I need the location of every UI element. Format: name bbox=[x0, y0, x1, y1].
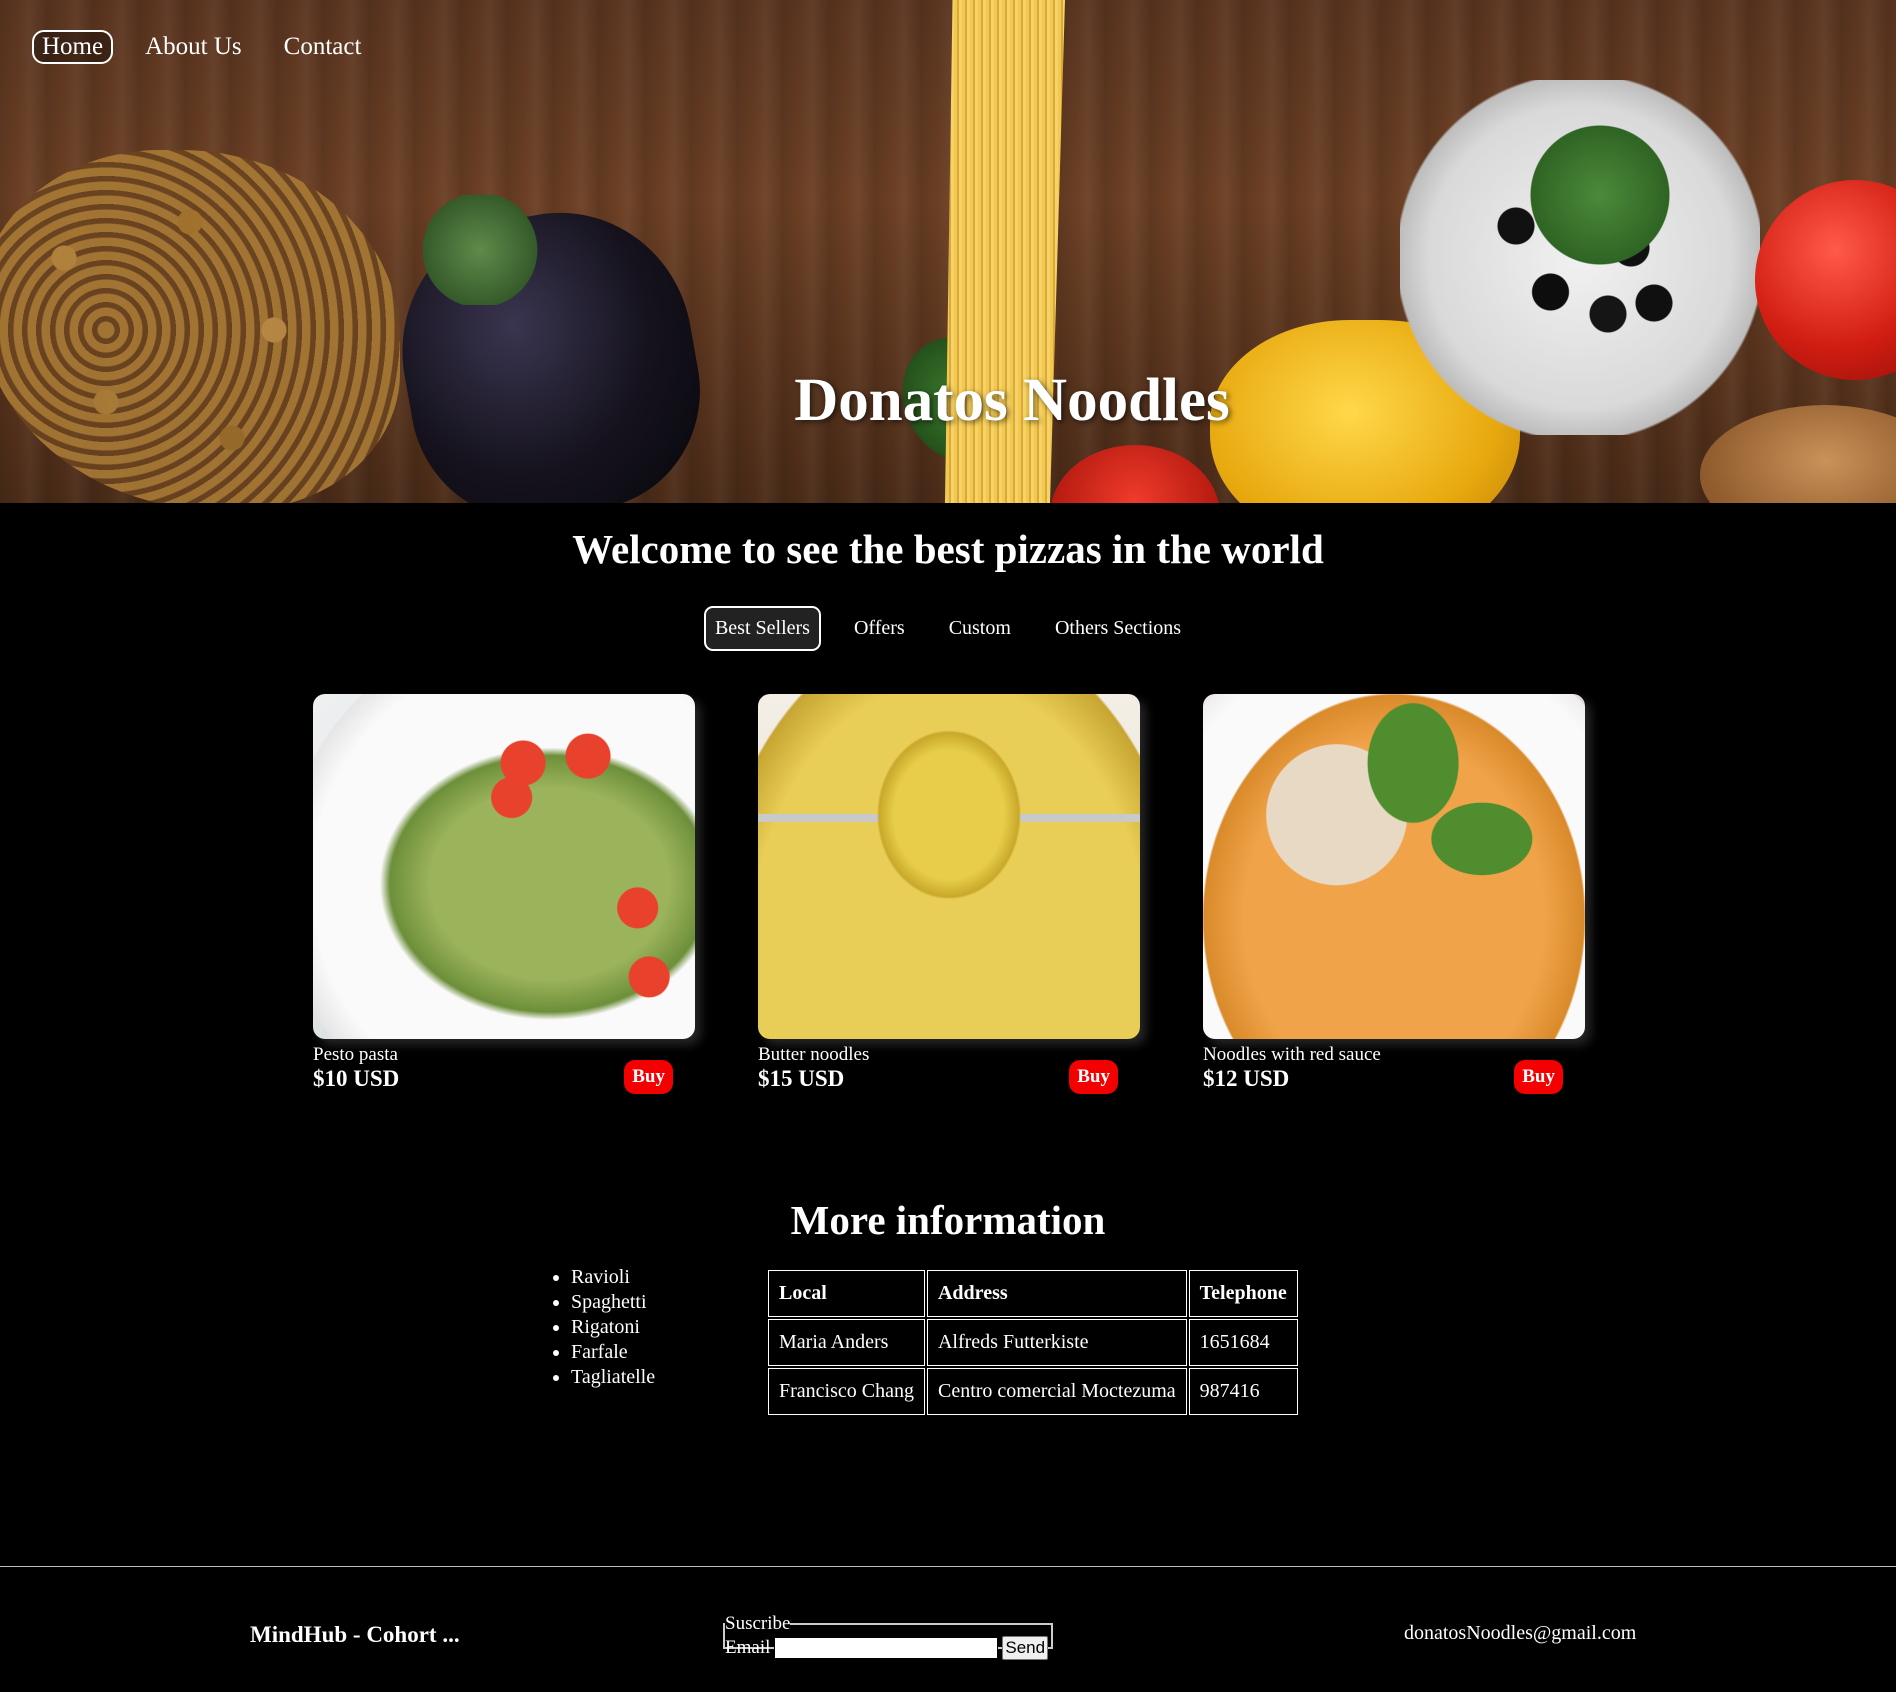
subscribe-legend: Suscribe bbox=[725, 1613, 791, 1634]
column-header-local: Local bbox=[768, 1270, 925, 1317]
table-cell: Maria Anders bbox=[768, 1319, 925, 1366]
subscribe-form: Suscribe Email Send bbox=[723, 1613, 1053, 1660]
nav-home-link[interactable]: Home bbox=[32, 30, 114, 64]
eggplant-cap-image bbox=[420, 195, 540, 305]
list-item: Spaghetti bbox=[571, 1290, 655, 1315]
list-item: Ravioli bbox=[571, 1265, 655, 1290]
product-card: Pesto pasta $10 USD Buy bbox=[313, 694, 695, 1094]
noodles-red-sauce-image bbox=[1203, 694, 1585, 1039]
contact-email: donatosNoodles@gmail.com bbox=[1404, 1622, 1637, 1644]
nav-about-link[interactable]: About Us bbox=[135, 30, 252, 64]
column-header-address: Address bbox=[926, 1270, 1187, 1317]
list-item: Tagliatelle bbox=[571, 1365, 655, 1390]
table-row: Maria Anders Alfreds Futterkiste 1651684 bbox=[768, 1319, 1298, 1366]
subscribe-row: Email Send bbox=[725, 1636, 1049, 1660]
tab-best-sellers[interactable]: Best Sellers bbox=[703, 606, 821, 651]
footer-cohort-text: MindHub - Cohort ... bbox=[250, 1622, 460, 1647]
column-header-telephone: Telephone bbox=[1188, 1270, 1298, 1317]
table-cell: 1651684 bbox=[1188, 1319, 1298, 1366]
hero-banner: Donatos Noodles Home About Us Contact bbox=[0, 0, 1896, 503]
list-item: Farfale bbox=[571, 1340, 655, 1365]
list-item: Rigatoni bbox=[571, 1315, 655, 1340]
tab-custom[interactable]: Custom bbox=[938, 606, 1022, 651]
product-card: Noodles with red sauce $12 USD Buy bbox=[1203, 694, 1585, 1094]
email-field[interactable] bbox=[774, 1637, 999, 1659]
table-header-row: Local Address Telephone bbox=[768, 1270, 1298, 1317]
send-button[interactable]: Send bbox=[1002, 1636, 1049, 1660]
butter-noodles-image bbox=[758, 694, 1140, 1039]
pesto-pasta-image bbox=[313, 694, 695, 1039]
table-cell: Centro comercial Moctezuma bbox=[926, 1368, 1187, 1415]
table-cell: 987416 bbox=[1188, 1368, 1298, 1415]
welcome-heading: Welcome to see the best pizzas in the wo… bbox=[572, 526, 1324, 572]
page-footer: MindHub - Cohort ... Suscribe Email Send… bbox=[0, 1566, 1896, 1692]
more-info-heading: More information bbox=[790, 1197, 1106, 1243]
email-label: Email bbox=[725, 1637, 771, 1658]
table-cell: Alfreds Futterkiste bbox=[926, 1319, 1187, 1366]
product-cards: Pesto pasta $10 USD Buy Butter noodles $… bbox=[313, 694, 1585, 1094]
locations-table: Local Address Telephone Maria Anders Alf… bbox=[766, 1268, 1300, 1417]
top-nav: Home About Us Contact bbox=[32, 30, 371, 64]
nav-contact-link[interactable]: Contact bbox=[274, 30, 372, 64]
buy-button[interactable]: Buy bbox=[1514, 1060, 1563, 1094]
tab-offers[interactable]: Offers bbox=[843, 606, 916, 651]
site-title: Donatos Noodles bbox=[794, 367, 1230, 434]
table-cell: Francisco Chang bbox=[768, 1368, 925, 1415]
buy-button[interactable]: Buy bbox=[1069, 1060, 1118, 1094]
section-tabs: Best Sellers Offers Custom Others Sectio… bbox=[0, 606, 1896, 651]
tab-others-sections[interactable]: Others Sections bbox=[1044, 606, 1192, 651]
pasta-type-list: Ravioli Spaghetti Rigatoni Farfale Tagli… bbox=[548, 1265, 655, 1390]
product-card: Butter noodles $15 USD Buy bbox=[758, 694, 1140, 1094]
buy-button[interactable]: Buy bbox=[624, 1060, 673, 1094]
table-row: Francisco Chang Centro comercial Moctezu… bbox=[768, 1368, 1298, 1415]
